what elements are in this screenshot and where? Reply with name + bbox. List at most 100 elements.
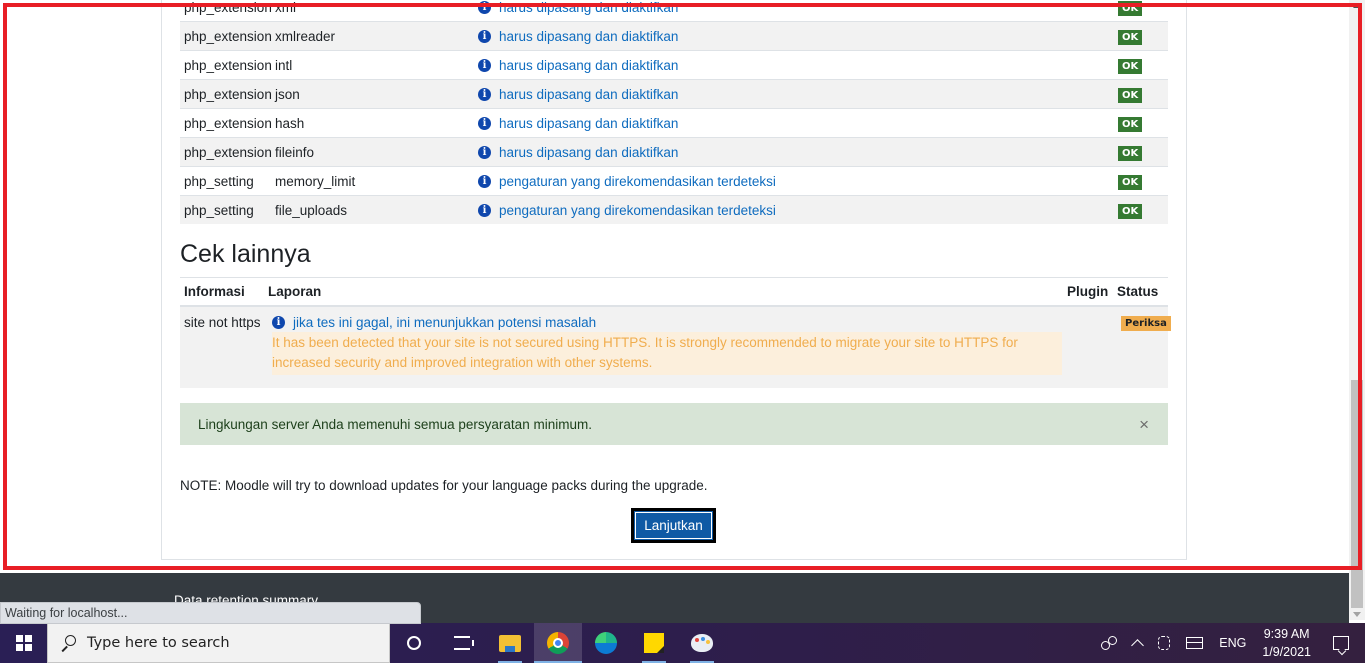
check-type: php_extension — [184, 0, 272, 15]
check-report: i pengaturan yang direkomendasikan terdet… — [478, 174, 1118, 189]
meet-now-button[interactable] — [1150, 623, 1178, 663]
windows-taskbar: Type here to search ENG 9:39 AM 1/9/2021 — [0, 623, 1365, 663]
touch-keyboard-button[interactable] — [1178, 623, 1211, 663]
column-header-report: Laporan — [268, 284, 322, 299]
environment-checks-table: php_extension xml i harus dipasang dan di… — [180, 0, 1168, 224]
status-badge-ok: OK — [1118, 145, 1143, 161]
check-status: OK — [1118, 144, 1168, 161]
check-name: hash — [275, 115, 305, 131]
status-badge-ok: OK — [1118, 29, 1143, 45]
column-header-status: Status — [1117, 284, 1159, 299]
vertical-scrollbar[interactable] — [1349, 0, 1365, 620]
paint-button[interactable] — [678, 623, 726, 663]
chevron-up-icon — [1131, 639, 1145, 652]
check-status: OK — [1118, 57, 1168, 74]
info-icon[interactable]: i — [478, 145, 491, 159]
people-button[interactable] — [1093, 623, 1125, 663]
people-icon — [1101, 636, 1118, 650]
task-view-button[interactable] — [438, 623, 486, 663]
info-icon[interactable]: i — [478, 116, 491, 130]
clock-time: 9:39 AM — [1263, 627, 1310, 641]
table-row: site not https i jika tes ini gagal, ini … — [180, 307, 1171, 388]
info-icon[interactable]: i — [478, 29, 491, 43]
report-link[interactable]: harus dipasang dan diaktifkan — [499, 145, 678, 160]
check-status: OK — [1118, 86, 1168, 103]
check-type: php_extension — [184, 115, 272, 131]
check-status: OK — [1118, 115, 1168, 132]
check-type: php_extension — [184, 28, 272, 44]
check-type: php_extension — [184, 144, 272, 160]
check-name: json — [275, 86, 300, 102]
table-row: php_setting memory_limit i pengaturan yan… — [180, 166, 1168, 195]
check-report: i pengaturan yang direkomendasikan terdet… — [478, 203, 1118, 218]
other-checks-heading: Cek lainnya — [180, 240, 311, 268]
table-row: php_setting file_uploads i pengaturan yan… — [180, 195, 1168, 224]
edge-icon — [595, 632, 617, 654]
report-link[interactable]: pengaturan yang direkomendasikan terdete… — [499, 174, 776, 189]
check-name: file_uploads — [275, 202, 348, 218]
report-link[interactable]: harus dipasang dan diaktifkan — [499, 29, 678, 44]
report-link[interactable]: harus dipasang dan diaktifkan — [499, 116, 678, 131]
file-explorer-button[interactable] — [486, 623, 534, 663]
info-icon[interactable]: i — [272, 316, 285, 329]
browser-viewport: php_extension xml i harus dipasang dan di… — [0, 0, 1349, 573]
table-row: php_extension json i harus dipasang dan d… — [180, 79, 1168, 108]
report-link[interactable]: jika tes ini gagal, ini menunjukkan pote… — [293, 315, 596, 330]
info-icon[interactable]: i — [478, 174, 491, 188]
status-badge-check: Periksa — [1121, 316, 1171, 331]
info-icon[interactable]: i — [478, 0, 491, 14]
report-link[interactable]: harus dipasang dan diaktifkan — [499, 0, 678, 15]
check-name: fileinfo — [275, 144, 315, 160]
check-name: xml — [275, 0, 296, 15]
search-icon — [60, 635, 76, 652]
search-placeholder: Type here to search — [87, 635, 230, 651]
scrollbar-thumb[interactable] — [1351, 380, 1363, 608]
sticky-notes-button[interactable] — [630, 623, 678, 663]
report-link[interactable]: harus dipasang dan diaktifkan — [499, 87, 678, 102]
status-badge-ok: OK — [1118, 0, 1143, 16]
clock-date: 1/9/2021 — [1262, 645, 1311, 659]
task-view-icon — [454, 636, 474, 650]
folder-icon — [499, 634, 521, 652]
table-row: php_extension hash i harus dipasang dan d… — [180, 108, 1168, 137]
sticky-notes-icon — [644, 633, 664, 653]
action-center-button[interactable] — [1319, 623, 1365, 663]
scroll-down-arrow-icon[interactable] — [1353, 612, 1361, 617]
browser-status-bubble: Waiting for localhost... — [0, 602, 421, 624]
info-icon[interactable]: i — [478, 203, 491, 217]
close-icon[interactable]: × — [1139, 415, 1149, 435]
scroll-up-arrow-icon[interactable] — [1353, 3, 1361, 8]
chrome-button[interactable] — [534, 623, 582, 663]
check-report: i harus dipasang dan diaktifkan — [478, 0, 1118, 15]
input-language-button[interactable]: ENG — [1211, 623, 1254, 663]
paint-palette-icon — [691, 634, 713, 652]
column-header-info: Informasi — [184, 284, 245, 299]
info-icon[interactable]: i — [478, 87, 491, 101]
check-report: i harus dipasang dan diaktifkan — [478, 29, 1118, 44]
report-link[interactable]: pengaturan yang direkomendasikan terdete… — [499, 203, 776, 218]
report-link[interactable]: harus dipasang dan diaktifkan — [499, 58, 678, 73]
check-status: OK — [1118, 0, 1168, 16]
cortana-button[interactable] — [390, 623, 438, 663]
table-row: php_extension intl i harus dipasang dan d… — [180, 50, 1168, 79]
check-report: i jika tes ini gagal, ini menunjukkan pot… — [272, 315, 596, 330]
start-button[interactable] — [0, 623, 47, 663]
check-name: memory_limit — [275, 173, 356, 189]
check-type: php_setting — [184, 202, 254, 218]
info-icon[interactable]: i — [478, 58, 491, 72]
status-badge-ok: OK — [1118, 174, 1143, 190]
edge-button[interactable] — [582, 623, 630, 663]
check-name: intl — [275, 57, 293, 73]
check-name: xmlreader — [275, 28, 336, 44]
continue-button[interactable]: Lanjutkan — [631, 508, 716, 543]
clock-button[interactable]: 9:39 AM 1/9/2021 — [1254, 623, 1319, 663]
status-badge-ok: OK — [1118, 58, 1143, 74]
check-report: i harus dipasang dan diaktifkan — [478, 87, 1118, 102]
taskbar-search-box[interactable]: Type here to search — [47, 623, 390, 663]
check-type: php_setting — [184, 173, 254, 189]
notification-icon — [1333, 636, 1349, 650]
check-report: i harus dipasang dan diaktifkan — [478, 58, 1118, 73]
https-warning-message: It has been detected that your site is n… — [272, 332, 1062, 375]
table-row: php_extension fileinfo i harus dipasang d… — [180, 137, 1168, 166]
show-hidden-icons-button[interactable] — [1125, 623, 1150, 663]
